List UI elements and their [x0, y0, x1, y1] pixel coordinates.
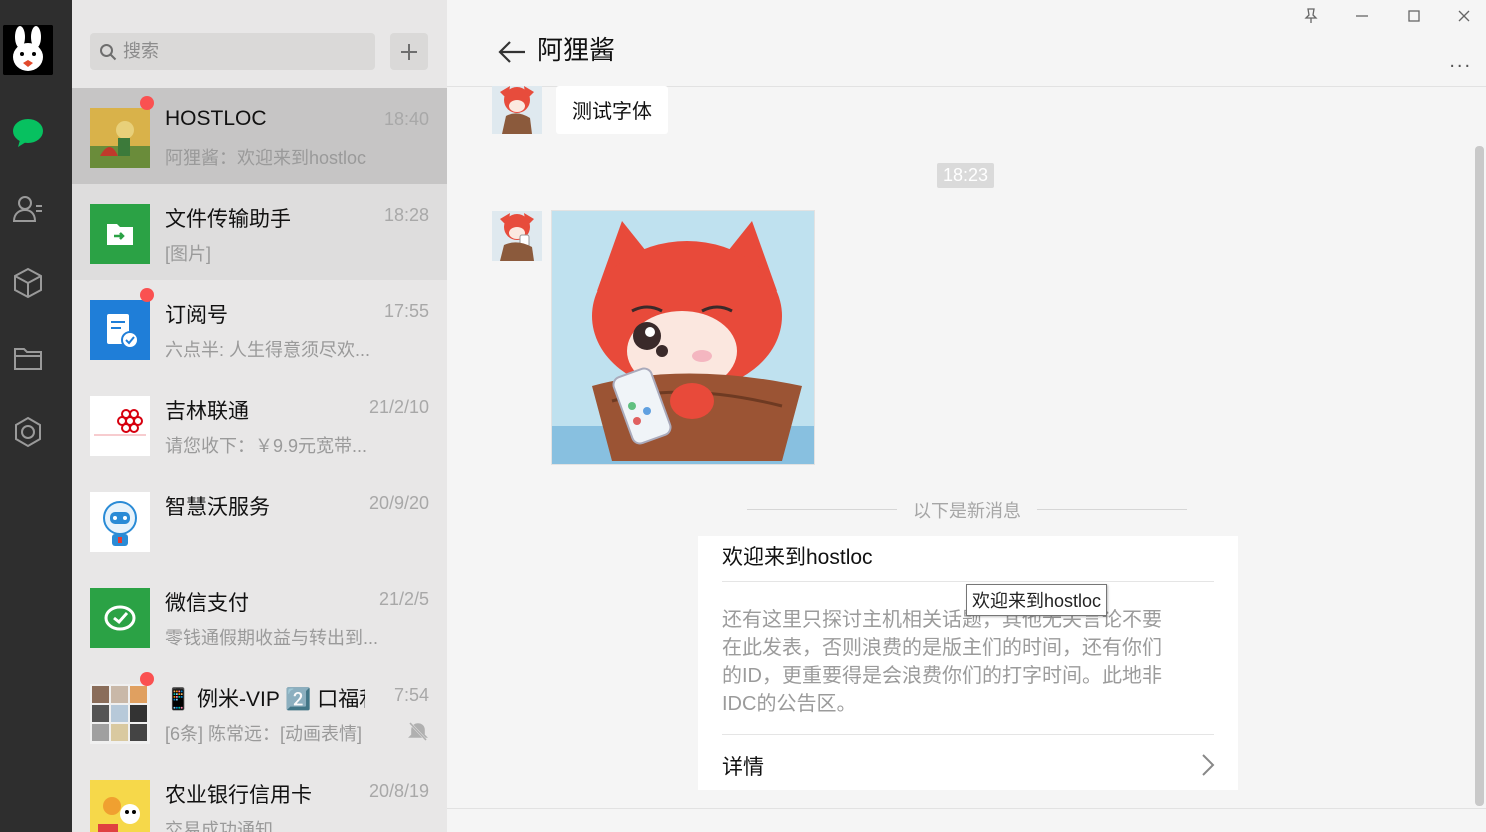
conversation-time: 20/9/20	[368, 493, 429, 513]
conversation-name: 文件传输助手	[165, 208, 291, 231]
message-bubble-text[interactable]: 测试字体	[556, 86, 668, 134]
card-details-link[interactable]: 详情	[722, 751, 764, 781]
search-box[interactable]	[90, 33, 375, 70]
conversation-list: HOSTLOC 18:40 阿狸酱：欢迎来到hostloc 文件传输助手 18:…	[72, 0, 447, 832]
conversation-preview: 请您收下：￥9.9元宽带...	[165, 436, 368, 456]
message-timestamp: 18:23	[937, 163, 995, 188]
group-avatar	[90, 684, 150, 744]
conversation-name: 订阅号	[165, 304, 228, 327]
conversation-item-subscriptions[interactable]: 订阅号 17:55 六点半: 人生得意须尽欢...	[72, 280, 447, 376]
contacts-icon[interactable]	[8, 188, 48, 228]
conversation-item-group-vip[interactable]: 📱 例米-VIP 2️⃣ 口福利... 7:54 [6条] 陈常远：[动画表情]	[72, 664, 447, 760]
more-options-button[interactable]: ...	[1449, 50, 1472, 73]
conversation-preview: 零钱通假期收益与转出到...	[165, 628, 379, 648]
conversation-item-jilin-unicom[interactable]: 吉林联通 21/2/10 请您收下：￥9.9元宽带...	[72, 376, 447, 472]
back-arrow-icon[interactable]	[497, 38, 527, 66]
conversation-item-wechat-pay[interactable]: 微信支付 21/2/5 零钱通假期收益与转出到...	[72, 568, 447, 664]
chat-panel: 阿狸酱 ... 测试字体 18:23 以下是新消息 欢迎来到hostloc 还有…	[447, 0, 1486, 832]
conversation-name: 智慧沃服务	[165, 496, 270, 519]
sender-avatar[interactable]	[492, 211, 542, 261]
conversation-time: 17:55	[383, 301, 429, 321]
card-separator	[722, 734, 1214, 735]
conversation-item-hostloc[interactable]: HOSTLOC 18:40 阿狸酱：欢迎来到hostloc	[72, 88, 447, 184]
message-input-area[interactable]	[447, 808, 1486, 832]
wechat-pay-icon	[90, 588, 150, 648]
pin-icon[interactable]	[1300, 5, 1322, 27]
add-button[interactable]	[390, 33, 428, 70]
conversation-item-abc-credit-card[interactable]: 农业银行信用卡 20/8/19 交易成功通知	[72, 760, 447, 832]
conversation-time: 21/2/10	[368, 397, 429, 417]
conversation-time: 7:54	[393, 685, 429, 705]
conversation-name: HOSTLOC	[165, 107, 267, 130]
conversation-item-file-transfer[interactable]: 文件传输助手 18:28 [图片]	[72, 184, 447, 280]
conversation-preview: 六点半: 人生得意须尽欢...	[165, 340, 371, 360]
conversation-time: 21/2/5	[378, 589, 429, 609]
unread-dot	[140, 96, 154, 110]
search-icon	[99, 43, 117, 61]
conversation-preview: 阿狸酱：欢迎来到hostloc	[165, 148, 367, 168]
conversation-item-wo-service[interactable]: 智慧沃服务 20/9/20	[72, 472, 447, 568]
avatar	[90, 108, 150, 168]
card-body: 还有这里只探讨主机相关话题，其他无关言论不要在此发表，否则浪费的是版主们的时间，…	[722, 609, 1162, 715]
unread-dot	[140, 288, 154, 302]
conversation-name: 微信支付	[165, 592, 249, 615]
files-icon[interactable]	[8, 338, 48, 378]
muted-bell-icon	[407, 720, 429, 742]
image-message-sticker[interactable]	[551, 210, 815, 465]
sender-avatar[interactable]	[492, 86, 542, 134]
divider-line	[747, 509, 897, 510]
conversation-time: 20/8/19	[368, 781, 429, 801]
card-separator	[722, 581, 1214, 582]
nav-rail	[0, 0, 72, 832]
chat-scrollbar[interactable]	[1475, 146, 1484, 806]
divider-line	[1037, 509, 1187, 510]
conversation-name: 农业银行信用卡	[165, 784, 312, 807]
chat-title: 阿狸酱	[537, 35, 616, 65]
conversation-time: 18:40	[383, 109, 429, 129]
hover-tooltip: 欢迎来到hostloc	[966, 584, 1108, 616]
divider-label: 以下是新消息	[913, 501, 1021, 521]
search-input[interactable]	[123, 41, 353, 62]
chevron-right-icon	[1200, 752, 1216, 778]
new-messages-divider: 以下是新消息	[747, 497, 1187, 521]
conversation-name: 📱 例米-VIP 2️⃣ 口福利...	[165, 688, 365, 711]
subscription-icon	[90, 300, 150, 360]
avatar	[90, 780, 150, 832]
chat-icon[interactable]	[8, 113, 48, 153]
wechat-window: HOSTLOC 18:40 阿狸酱：欢迎来到hostloc 文件传输助手 18:…	[0, 0, 1486, 832]
close-icon[interactable]	[1453, 5, 1475, 27]
moments-icon[interactable]	[8, 412, 48, 452]
minimize-icon[interactable]	[1351, 5, 1373, 27]
chat-header: 阿狸酱 ...	[447, 0, 1486, 87]
file-transfer-icon	[90, 204, 150, 264]
link-card-message[interactable]: 欢迎来到hostloc 还有这里只探讨主机相关话题，其他无关言论不要在此发表，否…	[698, 536, 1238, 790]
maximize-icon[interactable]	[1403, 5, 1425, 27]
robot-avatar	[90, 492, 150, 552]
conversation-preview: [6条] 陈常远：[动画表情]	[165, 724, 363, 744]
china-unicom-logo	[90, 396, 150, 456]
conversation-time: 18:28	[383, 205, 429, 225]
conversation-preview: 交易成功通知	[165, 820, 273, 832]
conversation-name: 吉林联通	[165, 400, 249, 423]
unread-dot	[140, 672, 154, 686]
favorites-icon[interactable]	[8, 263, 48, 303]
my-avatar[interactable]	[3, 25, 53, 75]
conversation-preview: [图片]	[165, 244, 212, 264]
card-title: 欢迎来到hostloc	[722, 546, 873, 569]
